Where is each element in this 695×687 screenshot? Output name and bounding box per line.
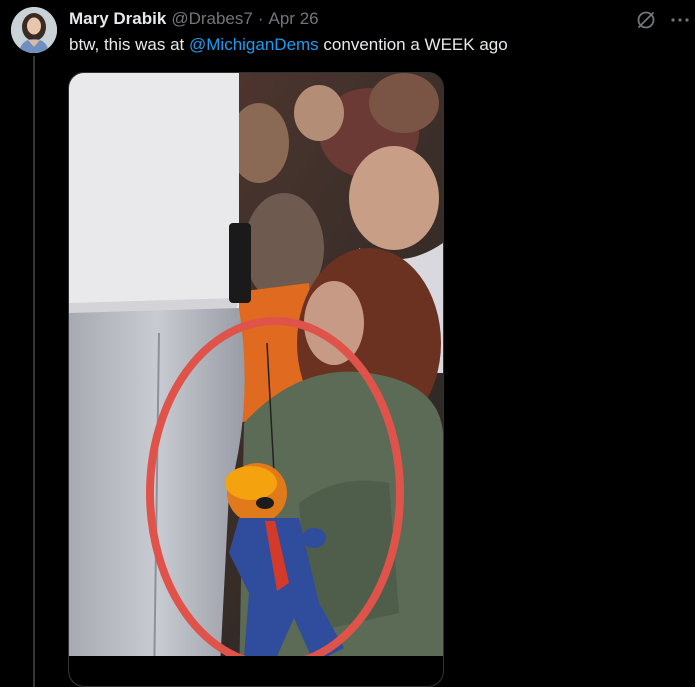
tweet-text: btw, this was at @MichiganDems conventio…	[69, 35, 508, 55]
more-icon[interactable]	[668, 8, 692, 32]
tweet-text-start: btw, this was at	[69, 35, 189, 54]
mention-link[interactable]: @MichiganDems	[189, 35, 319, 54]
tweet[interactable]: Mary Drabik @Drabes7 · Apr 26 btw, this …	[0, 0, 695, 687]
tweet-photo[interactable]	[68, 72, 444, 687]
thread-line	[33, 56, 35, 687]
slash-circle-icon[interactable]	[634, 8, 658, 32]
separator: ·	[257, 9, 264, 28]
tweet-header: Mary Drabik @Drabes7 · Apr 26	[69, 8, 319, 30]
display-name[interactable]: Mary Drabik	[69, 9, 166, 29]
timestamp[interactable]: Apr 26	[269, 9, 319, 29]
avatar[interactable]	[11, 7, 57, 53]
tweet-text-end: convention a WEEK ago	[318, 35, 508, 54]
user-handle[interactable]: @Drabes7	[171, 9, 253, 29]
